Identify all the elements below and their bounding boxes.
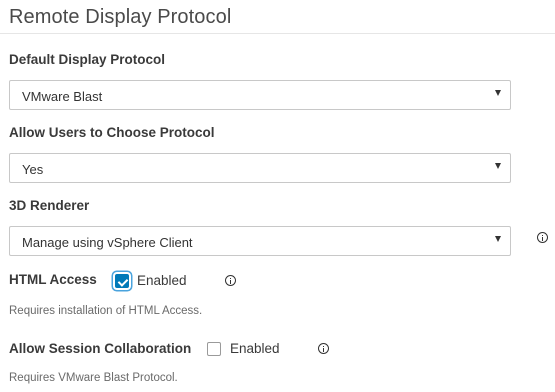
caret-down-icon xyxy=(495,90,501,96)
html-access-label: HTML Access xyxy=(9,272,97,287)
session-collab-helper-text: Requires VMware Blast Protocol. xyxy=(9,372,178,384)
default-protocol-label: Default Display Protocol xyxy=(9,52,166,67)
title-divider xyxy=(0,33,555,34)
caret-down-icon xyxy=(495,163,501,169)
html-access-helper-text: Requires installation of HTML Access. xyxy=(9,305,203,317)
session-collab-info-icon[interactable] xyxy=(318,343,329,354)
session-collab-label: Allow Session Collaboration xyxy=(9,341,192,356)
renderer-3d-value: Manage using vSphere Client xyxy=(22,235,193,250)
html-access-checkbox[interactable] xyxy=(115,274,129,288)
renderer-3d-label: 3D Renderer xyxy=(9,198,90,213)
default-protocol-value: VMware Blast xyxy=(22,89,103,104)
session-collab-enabled-label[interactable]: Enabled xyxy=(230,341,280,356)
allow-choose-select[interactable]: Yes xyxy=(9,153,511,183)
session-collab-checkbox[interactable] xyxy=(207,342,221,356)
caret-down-icon xyxy=(495,236,501,242)
html-access-info-icon[interactable] xyxy=(225,275,236,286)
allow-choose-value: Yes xyxy=(22,162,44,177)
page-title: Remote Display Protocol xyxy=(9,6,232,28)
default-protocol-select[interactable]: VMware Blast xyxy=(9,80,511,110)
allow-choose-label: Allow Users to Choose Protocol xyxy=(9,125,215,140)
html-access-enabled-label[interactable]: Enabled xyxy=(137,273,187,288)
renderer-3d-info-icon[interactable] xyxy=(537,232,548,243)
renderer-3d-select[interactable]: Manage using vSphere Client xyxy=(9,226,511,256)
